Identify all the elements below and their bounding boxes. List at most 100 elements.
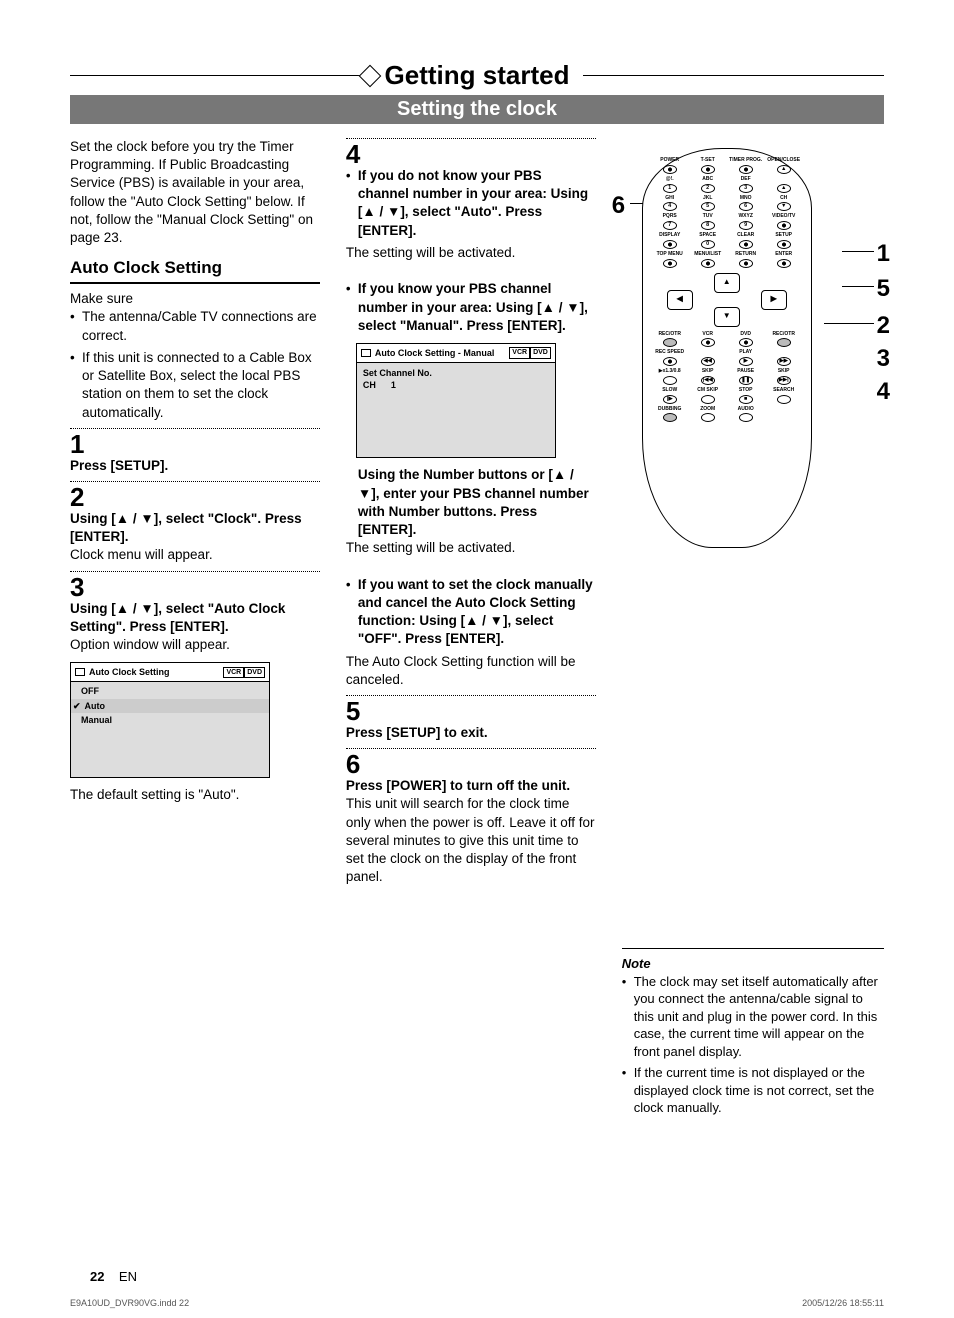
remote-label: SPACE	[689, 232, 725, 239]
remote-diagram: 6 1 5 2 3 4 POWER T-SET TIMER P	[622, 138, 884, 558]
nav-right-button[interactable]: ▶	[761, 290, 787, 310]
speed-button[interactable]	[663, 376, 677, 385]
column-1: Set the clock before you try the Timer P…	[70, 138, 320, 1121]
title-banner: Getting started	[70, 60, 884, 91]
num-1-button[interactable]: 1	[663, 184, 677, 193]
callout-line	[842, 251, 874, 252]
dubbing-button[interactable]	[663, 413, 677, 422]
step3-text: Option window will appear.	[70, 636, 320, 654]
callout-6: 6	[612, 190, 625, 222]
num-9-button[interactable]: 9	[739, 221, 753, 230]
ch-up-button[interactable]: ▲	[777, 184, 791, 193]
slow-button[interactable]: |▶	[663, 395, 677, 404]
remote-label: ZOOM	[689, 406, 725, 413]
column-3: 6 1 5 2 3 4 POWER T-SET TIMER P	[622, 138, 884, 1121]
step4-bullet-2: If you know your PBS channel number in y…	[346, 280, 596, 335]
remote-label: TUV	[689, 213, 725, 220]
audio-button[interactable]	[739, 413, 753, 422]
step-number: 2	[70, 484, 320, 510]
remote-label: AUDIO	[727, 406, 763, 413]
remote-label-openclose: OPEN/CLOSE	[765, 157, 801, 164]
remote-label: ABC	[689, 176, 725, 183]
remote-body: POWER T-SET TIMER PROG. OPEN/CLOSE▲ @!.1…	[642, 148, 812, 548]
step4-bullet-3: If you want to set the clock manually an…	[346, 576, 596, 649]
nav-up-button[interactable]: ▲	[714, 273, 740, 293]
tset-button[interactable]	[701, 165, 715, 174]
page-number: 22	[90, 1269, 104, 1284]
rew-button[interactable]: ◀◀	[701, 357, 715, 366]
nav-down-button[interactable]: ▼	[714, 307, 740, 327]
remote-label: GHI	[651, 195, 687, 202]
remote-label-tset: T-SET	[689, 157, 725, 164]
remote-label-power: POWER	[651, 157, 687, 164]
vcr-button[interactable]	[701, 338, 715, 347]
osd-tag-vcr: VCR	[509, 347, 530, 358]
enter-button[interactable]	[777, 259, 791, 268]
indd-file: E9A10UD_DVR90VG.indd 22	[70, 1298, 189, 1308]
recspeed-button[interactable]	[663, 357, 677, 366]
makesure-list: The antenna/Cable TV connections are cor…	[70, 308, 320, 421]
step5-bold: Press [SETUP] to exit.	[346, 724, 596, 742]
remote-label: REC SPEED	[651, 349, 687, 356]
step2-bold: Using [▲ / ▼], select "Clock". Press [EN…	[70, 510, 320, 546]
page-footer: 22 EN	[90, 1269, 137, 1284]
play-button[interactable]: ▶	[739, 357, 753, 366]
power-button[interactable]	[663, 165, 677, 174]
print-footer: E9A10UD_DVR90VG.indd 22 2005/12/26 18:55…	[70, 1298, 884, 1308]
callout-1: 1	[877, 238, 890, 270]
print-timestamp: 2005/12/26 18:55:11	[802, 1298, 884, 1308]
makesure-label: Make sure	[70, 290, 320, 308]
skip-back-button[interactable]: |◀◀	[701, 376, 715, 385]
pause-button[interactable]: ❚❚	[739, 376, 753, 385]
num-6-button[interactable]: 6	[739, 202, 753, 211]
step3-after: The default setting is "Auto".	[70, 786, 320, 804]
num-3-button[interactable]: 3	[739, 184, 753, 193]
remote-label: DVD	[727, 331, 763, 338]
cmskip-button[interactable]	[701, 395, 715, 404]
setup-button[interactable]	[777, 240, 791, 249]
osd-tag-vcr: VCR	[223, 667, 244, 678]
stop-button[interactable]: ■	[739, 395, 753, 404]
clear-button[interactable]	[739, 240, 753, 249]
num-7-button[interactable]: 7	[663, 221, 677, 230]
num-4-button[interactable]: 4	[663, 202, 677, 211]
dvd-button[interactable]	[739, 338, 753, 347]
zoom-button[interactable]	[701, 413, 715, 422]
display-button[interactable]	[663, 240, 677, 249]
ff-button[interactable]: ▶▶	[777, 357, 791, 366]
menulist-button[interactable]	[701, 259, 715, 268]
num-2-button[interactable]: 2	[701, 184, 715, 193]
recotr-dvd-button[interactable]	[777, 338, 791, 347]
return-button[interactable]	[739, 259, 753, 268]
callout-2: 2	[877, 310, 890, 342]
step4-list: If you know your PBS channel number in y…	[346, 280, 596, 335]
nav-pad: ▲ ▼ ◀ ▶	[667, 273, 787, 327]
ch-down-button[interactable]: ▼	[777, 202, 791, 211]
makesure-item: The antenna/Cable TV connections are cor…	[70, 308, 320, 344]
step6-text: This unit will search for the clock time…	[346, 795, 596, 886]
columns: Set the clock before you try the Timer P…	[70, 138, 884, 1121]
num-5-button[interactable]: 5	[701, 202, 715, 211]
num-8-button[interactable]: 8	[701, 221, 715, 230]
step-number: 4	[346, 141, 596, 167]
page-subtitle: Setting the clock	[70, 95, 884, 124]
recotr-vcr-button[interactable]	[663, 338, 677, 347]
remote-label: ▶x1.3/0.8	[651, 368, 687, 375]
separator	[70, 571, 320, 572]
note-item: The clock may set itself automatically a…	[622, 973, 884, 1061]
callout-line	[824, 323, 874, 324]
timerprog-button[interactable]	[739, 165, 753, 174]
osd-body: OFF Auto Manual	[71, 682, 269, 776]
remote-label: WXYZ	[727, 213, 763, 220]
skip-fwd-button[interactable]: ▶▶|	[777, 376, 791, 385]
osd-row-manual: Manual	[71, 713, 269, 727]
osd-row-off: OFF	[71, 684, 269, 698]
nav-left-button[interactable]: ◀	[667, 290, 693, 310]
num-0-button[interactable]: 0	[701, 240, 715, 249]
openclose-button[interactable]: ▲	[777, 165, 791, 174]
topmenu-button[interactable]	[663, 259, 677, 268]
remote-label-timerprog: TIMER PROG.	[727, 157, 763, 164]
search-button[interactable]	[777, 395, 791, 404]
step2-text: Clock menu will appear.	[70, 546, 320, 564]
videotv-button[interactable]	[777, 221, 791, 230]
